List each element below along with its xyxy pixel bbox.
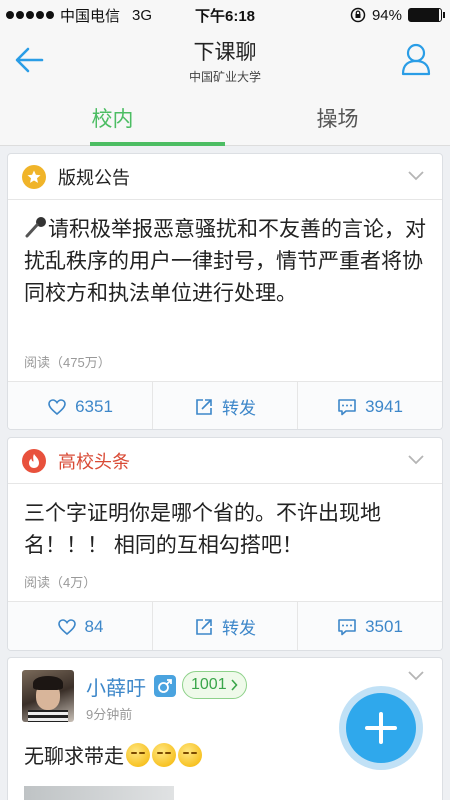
like-count: 6351 [75,396,113,416]
flame-icon [22,448,46,473]
like-button[interactable]: 6351 [8,382,153,429]
level-value: 1001 [191,676,227,693]
chevron-down-icon[interactable] [408,670,424,682]
like-button[interactable]: 84 [8,602,153,650]
compose-button-inner [346,693,416,763]
rotation-lock-icon [350,7,366,23]
shy-emoji-icon [152,742,176,767]
plus-icon [365,712,397,744]
share-icon [196,398,212,415]
comment-button[interactable]: 3501 [298,602,442,650]
post-text: 请积极举报恶意骚扰和不友善的言论，对扰乱秩序的用户一律封号，情节严重者将协同校方… [24,218,426,305]
username[interactable]: 小薛吁 [86,672,146,701]
status-right: 94% [350,6,445,24]
shy-emoji-icon [126,742,150,767]
nav-bar: 下课聊 中国矿业大学 [0,30,450,90]
comment-icon [338,618,356,635]
shy-emoji-icon [178,742,202,767]
read-count: 阅读（475万） [24,355,111,370]
read-count: 阅读（4万） [24,575,97,590]
microphone-icon [24,216,48,238]
user-post-text: 无聊求带走 [24,746,124,768]
share-button[interactable]: 转发 [153,602,298,650]
tab-playground[interactable]: 操场 [225,90,450,146]
share-icon [196,618,212,635]
headline-card[interactable]: 高校头条 三个字证明你是哪个省的。不许出现地名！！！ 相同的互相勾搭吧！ 阅读（… [7,437,443,651]
card-header-title: 高校头条 [58,451,130,472]
active-tab-indicator [90,142,225,146]
comment-icon [338,398,356,415]
like-count: 84 [84,616,104,636]
share-label: 转发 [222,619,256,638]
profile-icon[interactable] [400,42,432,76]
avatar[interactable] [22,670,74,722]
male-gender-icon [154,675,176,697]
user-post-text-row: 无聊求带走 [24,740,202,769]
comment-count: 3941 [365,396,403,416]
page-subtitle: 中国矿业大学 [188,70,261,84]
star-icon [22,164,46,189]
battery-icon [408,8,445,22]
card-header: 版规公告 [8,154,442,200]
share-label: 转发 [222,399,256,418]
post-text: 三个字证明你是哪个省的。不许出现地名！！！ 相同的互相勾搭吧！ [24,502,381,557]
chevron-down-icon[interactable] [408,454,424,466]
announcement-card[interactable]: 版规公告 请积极举报恶意骚扰和不友善的言论，对扰乱秩序的用户一律封号，情节严重者… [7,153,443,430]
action-bar: 84 转发 3501 [8,601,442,650]
action-bar: 6351 转发 3941 [8,381,442,429]
post-time: 9分钟前 [86,707,133,722]
status-bar: 中国电信 3G 下午6:18 94% [0,0,450,30]
tab-campus[interactable]: 校内 [0,90,225,146]
comment-count: 3501 [365,616,403,636]
card-header-title: 版规公告 [58,167,130,188]
page-title: 下课聊 [193,41,257,64]
comment-button[interactable]: 3941 [298,382,442,429]
compose-button[interactable] [339,686,423,770]
post-body: 三个字证明你是哪个省的。不许出现地名！！！ 相同的互相勾搭吧！ [8,484,442,568]
heart-icon [48,398,66,415]
level-badge[interactable]: 1001 [182,671,247,699]
battery-percent: 94% [371,6,402,24]
heart-icon [57,618,76,635]
chevron-right-icon [230,679,238,691]
card-header: 高校头条 [8,438,442,484]
post-image[interactable] [24,786,174,800]
tab-bar: 校内 操场 [0,90,450,146]
post-body: 请积极举报恶意骚扰和不友善的言论，对扰乱秩序的用户一律封号，情节严重者将协同校方… [8,200,442,348]
chevron-down-icon[interactable] [408,170,424,182]
share-button[interactable]: 转发 [153,382,298,429]
